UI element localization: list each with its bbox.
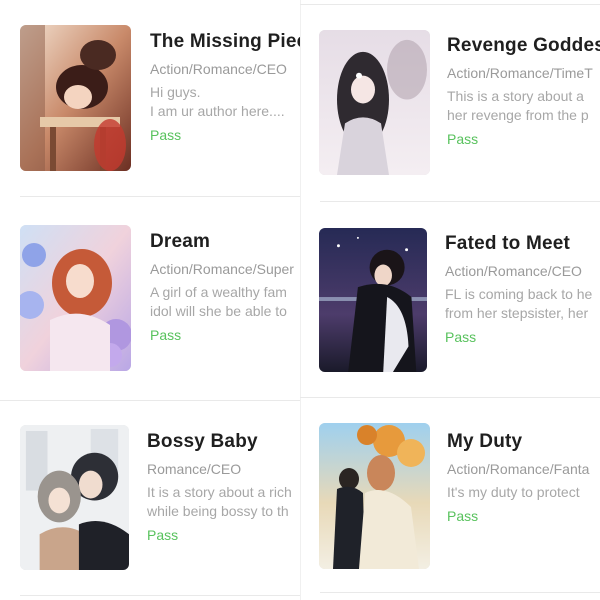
book-cover-image[interactable]	[319, 228, 427, 372]
book-list-right-column: Revenge Goddes Action/Romance/TimeT This…	[300, 0, 600, 600]
divider	[320, 592, 600, 593]
divider	[300, 4, 600, 5]
book-description: A girl of a wealthy fam idol will she be…	[150, 283, 300, 321]
book-status: Pass	[447, 131, 479, 147]
book-description-line: her revenge from the p	[447, 107, 589, 123]
book-cover-image[interactable]	[20, 225, 131, 371]
book-info: Bossy Baby Romance/CEO It is a story abo…	[147, 430, 300, 544]
book-description-line: Hi guys.	[150, 84, 201, 100]
book-description-line: It's my duty to protect	[447, 484, 580, 500]
book-card-the-missing-piece[interactable]: The Missing Piec Action/Romance/CEO Hi g…	[0, 0, 300, 200]
book-description-line: idol will she be able to	[150, 303, 287, 319]
book-info: My Duty Action/Romance/Fanta It's my dut…	[447, 430, 600, 525]
divider	[20, 196, 300, 197]
book-description: It's my duty to protect	[447, 483, 600, 502]
book-description: Hi guys. I am ur author here....	[150, 83, 300, 121]
book-card-my-duty[interactable]: My Duty Action/Romance/Fanta It's my dut…	[300, 400, 600, 600]
book-genres: Action/Romance/CEO	[445, 263, 582, 279]
book-genres: Action/Romance/Fanta	[447, 461, 590, 477]
book-info: The Missing Piec Action/Romance/CEO Hi g…	[150, 30, 300, 144]
book-genres: Action/Romance/Super	[150, 261, 294, 277]
book-genres: Action/Romance/TimeT	[447, 65, 593, 81]
book-description-line: I am ur author here....	[150, 103, 285, 119]
divider	[300, 397, 600, 398]
book-description: This is a story about a her revenge from…	[447, 87, 600, 125]
book-card-bossy-baby[interactable]: Bossy Baby Romance/CEO It is a story abo…	[0, 400, 300, 600]
book-card-revenge-goddess[interactable]: Revenge Goddes Action/Romance/TimeT This…	[300, 0, 600, 202]
book-description-line: while being bossy to th	[147, 503, 289, 519]
book-title[interactable]: The Missing Piec	[150, 30, 300, 54]
book-description: FL is coming back to he from her stepsis…	[445, 285, 600, 323]
book-description-line: A girl of a wealthy fam	[150, 284, 287, 300]
book-cover-image[interactable]	[20, 425, 129, 570]
book-title[interactable]: Bossy Baby	[147, 430, 300, 454]
book-card-dream[interactable]: Dream Action/Romance/Super A girl of a w…	[0, 200, 300, 401]
book-description-line: It is a story about a rich	[147, 484, 292, 500]
book-title[interactable]: Revenge Goddes	[447, 34, 600, 58]
book-title[interactable]: Fated to Meet	[445, 232, 600, 256]
book-status: Pass	[150, 127, 182, 143]
book-info: Fated to Meet Action/Romance/CEO FL is c…	[445, 232, 600, 346]
book-status: Pass	[445, 329, 477, 345]
book-status: Pass	[147, 527, 179, 543]
book-title[interactable]: Dream	[150, 230, 300, 254]
book-description: It is a story about a rich while being b…	[147, 483, 300, 521]
book-status: Pass	[447, 508, 479, 524]
book-description-line: FL is coming back to he	[445, 286, 593, 302]
book-card-fated-to-meet[interactable]: Fated to Meet Action/Romance/CEO FL is c…	[300, 200, 600, 400]
divider	[20, 595, 300, 596]
book-cover-image[interactable]	[20, 25, 131, 171]
book-cover-image[interactable]	[319, 30, 430, 175]
book-description-line: from her stepsister, her	[445, 305, 589, 321]
book-genres: Action/Romance/CEO	[150, 61, 287, 77]
book-description-line: This is a story about a	[447, 88, 584, 104]
book-info: Dream Action/Romance/Super A girl of a w…	[150, 230, 300, 344]
book-info: Revenge Goddes Action/Romance/TimeT This…	[447, 34, 600, 148]
book-status: Pass	[150, 327, 182, 343]
book-cover-image[interactable]	[319, 423, 430, 569]
book-genres: Romance/CEO	[147, 461, 242, 477]
book-list-left-column: The Missing Piec Action/Romance/CEO Hi g…	[0, 0, 300, 600]
book-title[interactable]: My Duty	[447, 430, 600, 454]
